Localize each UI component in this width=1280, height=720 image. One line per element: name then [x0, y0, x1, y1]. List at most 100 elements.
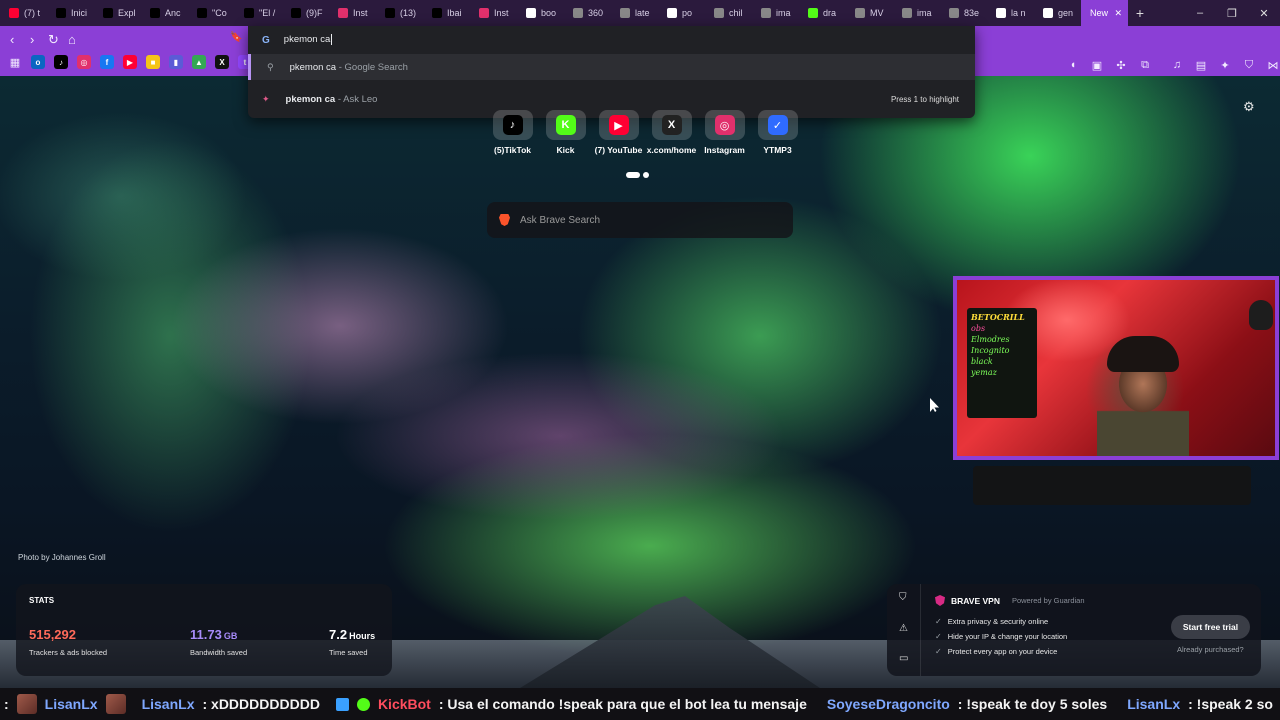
- wallet-icon[interactable]: ▤: [1194, 58, 1208, 72]
- vpn-feature: ✓ Extra privacy & security online: [935, 614, 1067, 629]
- address-bar[interactable]: G pkemon ca: [248, 26, 975, 54]
- new-tab-button[interactable]: +: [1128, 5, 1152, 21]
- start-free-trial-button[interactable]: Start free trial: [1171, 615, 1250, 639]
- leo-ai-icon[interactable]: ✦: [1218, 58, 1232, 72]
- browser-tab[interactable]: Anc: [141, 0, 188, 26]
- site-favicon-icon: ♪: [502, 115, 523, 135]
- brave-rewards-icon[interactable]: ⋈: [1266, 58, 1280, 72]
- stat-trackers: 515,292 Trackers & ads blocked: [29, 626, 107, 657]
- back-button[interactable]: ‹: [10, 32, 14, 47]
- brave-search-box[interactable]: Ask Brave Search: [487, 202, 793, 238]
- kick-icon: [808, 8, 818, 18]
- extension-puzzle-icon[interactable]: ✣: [1114, 58, 1128, 72]
- bookmark-yellow-icon[interactable]: ■: [146, 55, 160, 69]
- top-site-tile[interactable]: ◎ Instagram: [698, 110, 751, 155]
- reload-button[interactable]: ↻: [48, 32, 59, 48]
- globe-icon: [949, 8, 959, 18]
- page-dot-active[interactable]: [626, 172, 640, 178]
- stat-bandwidth: 11.73 GB Bandwidth saved: [190, 626, 247, 657]
- x-icon: [150, 8, 160, 18]
- bookmark-instagram-icon[interactable]: ◎: [77, 55, 91, 69]
- browser-tab[interactable]: (9)F: [282, 0, 329, 26]
- top-site-tile[interactable]: ✓ YTMP3: [751, 110, 804, 155]
- tab-label: la n: [1011, 8, 1026, 18]
- top-sites: ♪ (5)TikTok K Kick ▶ (7) YouTube Xx.com/home ◎ I…: [486, 110, 804, 155]
- site-favicon-icon: X: [661, 115, 682, 135]
- browser-tab[interactable]: Inici: [47, 0, 94, 26]
- browser-tab[interactable]: (7) t: [0, 0, 47, 26]
- vpn-shield-icon[interactable]: ⛉: [899, 592, 907, 603]
- already-purchased-link[interactable]: Already purchased?: [1177, 645, 1244, 654]
- browser-tab[interactable]: chil: [705, 0, 752, 26]
- vpn-feature-text: Protect every app on your device: [947, 647, 1058, 656]
- browser-tab[interactable]: ima: [893, 0, 940, 26]
- bookmark-chart-icon[interactable]: ▮: [169, 55, 183, 69]
- site-tile-frame: ♪: [492, 110, 533, 140]
- browser-tab[interactable]: la n: [987, 0, 1034, 26]
- google-icon: [526, 8, 536, 18]
- browser-tab[interactable]: po: [658, 0, 705, 26]
- bookmark-x-icon[interactable]: X: [215, 55, 229, 69]
- board-line: yemaz: [971, 368, 997, 377]
- browser-tab[interactable]: "El /: [235, 0, 282, 26]
- browser-tab[interactable]: Expl: [94, 0, 141, 26]
- customize-gear-icon[interactable]: ⚙: [1243, 99, 1255, 115]
- bookmark-outlook-icon[interactable]: o: [31, 55, 45, 69]
- suggestion-leo[interactable]: ✦ pkemon ca - Ask Leo: [248, 85, 975, 113]
- screenshot-icon[interactable]: ⧉: [1138, 58, 1152, 72]
- bookmark-tiktok-icon[interactable]: ♪: [54, 55, 68, 69]
- photo-credit[interactable]: Photo by Johannes Groll: [18, 553, 106, 562]
- top-site-tile[interactable]: Xx.com/home: [645, 110, 698, 155]
- shield-icon[interactable]: ⛉: [1242, 58, 1256, 72]
- apps-grid-icon[interactable]: ▦: [8, 55, 22, 69]
- suggestion-google[interactable]: ⚲ pkemon ca - Google Search: [248, 54, 975, 80]
- youtube-icon: [9, 8, 19, 18]
- webcam-caption-bar: [973, 466, 1251, 505]
- brave-talk-icon[interactable]: ◖: [1066, 58, 1080, 72]
- browser-tab[interactable]: boo: [517, 0, 564, 26]
- avatar: [16, 694, 37, 714]
- browser-tab[interactable]: late: [611, 0, 658, 26]
- stat-value: 11.73: [190, 627, 222, 642]
- close-window-button[interactable]: ✕: [1248, 7, 1280, 20]
- bookmark-button[interactable]: 🔖: [230, 32, 242, 43]
- forward-button[interactable]: ›: [30, 32, 34, 47]
- music-icon[interactable]: ♫: [1170, 58, 1184, 72]
- wall-mask-decoration: [1249, 300, 1273, 330]
- warning-icon[interactable]: ⚠: [899, 623, 908, 634]
- browser-tab[interactable]: 360: [564, 0, 611, 26]
- suggestion-source: - Ask Leo: [335, 93, 378, 105]
- browser-tab[interactable]: dra: [799, 0, 846, 26]
- top-site-tile[interactable]: ♪ (5)TikTok: [486, 110, 539, 155]
- address-input[interactable]: pkemon ca: [284, 34, 333, 46]
- stat-unit: GB: [223, 631, 238, 641]
- card-icon[interactable]: ▭: [899, 653, 908, 664]
- browser-tab[interactable]: New ✕: [1081, 0, 1128, 26]
- bookmark-facebook-icon[interactable]: f: [100, 55, 114, 69]
- chat-user: LisanLx: [44, 696, 98, 712]
- sidebar-icon[interactable]: ▣: [1090, 58, 1104, 72]
- browser-tab[interactable]: MV: [846, 0, 893, 26]
- google-icon: G: [262, 34, 270, 46]
- browser-tab[interactable]: (13): [376, 0, 423, 26]
- bookmark-drive-icon[interactable]: ▲: [192, 55, 206, 69]
- browser-tab[interactable]: Inst: [329, 0, 376, 26]
- home-button[interactable]: ⌂: [68, 32, 76, 47]
- browser-tab[interactable]: gen: [1034, 0, 1081, 26]
- top-site-tile[interactable]: K Kick: [539, 110, 592, 155]
- tab-label: MV: [870, 8, 884, 18]
- browser-tab[interactable]: ima: [752, 0, 799, 26]
- browser-tab[interactable]: Ibai: [423, 0, 470, 26]
- close-tab-icon[interactable]: ✕: [1114, 8, 1122, 19]
- vpn-features: ✓ Extra privacy & security online ✓ Hide y…: [935, 614, 1067, 659]
- bookmark-youtube-icon[interactable]: ▶: [123, 55, 137, 69]
- browser-tab[interactable]: "Co: [188, 0, 235, 26]
- vpn-name: BRAVE VPN: [951, 595, 1000, 606]
- webcam-overlay: BETOCRILL obs Elmodres Incognito black y…: [953, 276, 1279, 460]
- browser-tab[interactable]: 83e: [940, 0, 987, 26]
- page-dot[interactable]: [643, 172, 649, 178]
- top-site-tile[interactable]: ▶ (7) YouTube: [592, 110, 645, 155]
- browser-tab[interactable]: Inst: [470, 0, 517, 26]
- maximize-button[interactable]: ❐: [1216, 7, 1248, 20]
- minimize-button[interactable]: –: [1184, 7, 1216, 20]
